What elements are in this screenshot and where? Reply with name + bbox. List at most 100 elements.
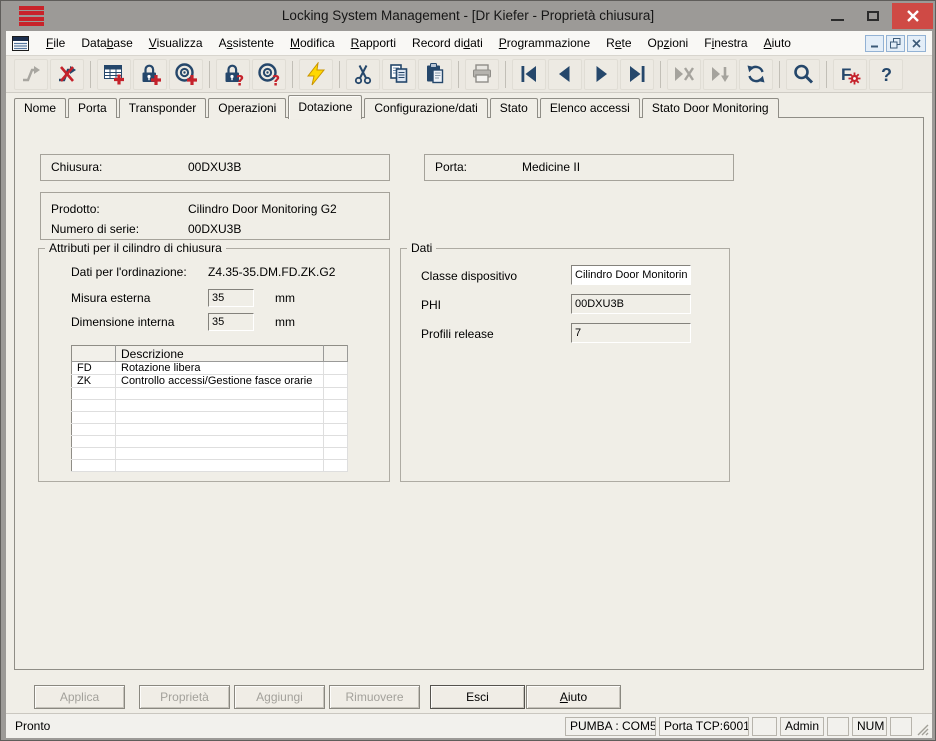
search-icon[interactable] bbox=[786, 58, 820, 90]
esci-button[interactable]: Esci bbox=[430, 685, 525, 709]
misura-esterna-label: Misura esterna bbox=[71, 291, 151, 305]
menu-finestra[interactable]: Finestra bbox=[696, 33, 755, 53]
disconnect-icon[interactable] bbox=[50, 58, 84, 90]
chiusura-box: Chiusura: 00DXU3B bbox=[40, 154, 390, 181]
attr-code: FD bbox=[71, 361, 116, 375]
misura-esterna-input[interactable] bbox=[208, 289, 254, 307]
menu-aiuto[interactable]: Aiuto bbox=[756, 33, 799, 53]
mdi-close-icon bbox=[912, 38, 921, 48]
tab-dotazione[interactable]: Dotazione bbox=[288, 95, 363, 119]
cut-icon[interactable] bbox=[346, 58, 380, 90]
menu-visualizza[interactable]: Visualizza bbox=[141, 33, 211, 53]
menu-rete[interactable]: Rete bbox=[598, 33, 639, 53]
help-icon[interactable]: ? bbox=[869, 58, 903, 90]
toolbar-separator bbox=[90, 60, 91, 88]
tab-elenco-accessi[interactable]: Elenco accessi bbox=[539, 98, 640, 118]
menu-rapporti[interactable]: Rapporti bbox=[343, 33, 404, 53]
dati-group-title: Dati bbox=[407, 241, 437, 255]
tab-configurazione-dati[interactable]: Configurazione/dati bbox=[364, 98, 488, 118]
program-flash-icon[interactable] bbox=[299, 58, 333, 90]
menu-file[interactable]: File bbox=[38, 33, 73, 53]
mdi-minimize-button[interactable] bbox=[865, 34, 884, 52]
minimize-button[interactable] bbox=[821, 1, 853, 31]
toolbar-separator bbox=[339, 60, 340, 88]
window-title: Locking System Management - [Dr Kiefer -… bbox=[281, 8, 655, 23]
dialog-area: Nome Porta Transponder Operazioni Dotazi… bbox=[6, 93, 932, 713]
menu-record-didati[interactable]: Record didati bbox=[404, 33, 491, 53]
next-record-icon[interactable] bbox=[584, 58, 618, 90]
window: Locking System Management - [Dr Kiefer -… bbox=[0, 0, 936, 741]
numero-serie-label: Numero di serie: bbox=[51, 222, 140, 236]
classe-dispositivo-input[interactable] bbox=[571, 265, 691, 285]
paste-icon[interactable] bbox=[418, 58, 452, 90]
menu-assistente[interactable]: Assistente bbox=[211, 33, 282, 53]
table-row-empty bbox=[71, 399, 348, 412]
prev-record-icon[interactable] bbox=[548, 58, 582, 90]
status-empty-cell bbox=[827, 716, 849, 736]
toolbar-separator bbox=[458, 60, 459, 88]
tab-stato[interactable]: Stato bbox=[489, 98, 538, 118]
profili-release-input[interactable] bbox=[571, 323, 691, 343]
new-lock-icon[interactable] bbox=[133, 58, 167, 90]
status-user: Admin bbox=[780, 716, 824, 736]
svg-text:?: ? bbox=[272, 74, 280, 87]
dimensione-interna-label: Dimensione interna bbox=[71, 315, 175, 329]
toolbar-separator bbox=[660, 60, 661, 88]
status-empty-cell bbox=[752, 716, 777, 736]
read-lock-icon[interactable]: ? bbox=[216, 58, 250, 90]
attributi-group-title: Attributi per il cilindro di chiusura bbox=[45, 241, 226, 255]
copy-icon[interactable] bbox=[382, 58, 416, 90]
mdi-close-button[interactable] bbox=[907, 34, 926, 52]
maximize-button[interactable] bbox=[857, 1, 889, 31]
menu-programmazione[interactable]: Programmazione bbox=[491, 33, 598, 53]
svg-text:F: F bbox=[841, 65, 851, 84]
proprieta-button: Proprietà bbox=[139, 685, 230, 709]
mdi-restore-button[interactable] bbox=[886, 34, 905, 52]
status-message: Pronto bbox=[15, 719, 51, 733]
status-numlock: NUM bbox=[852, 716, 887, 736]
prodotto-box: Prodotto: Cilindro Door Monitoring G2 Nu… bbox=[40, 192, 390, 240]
toolbar-separator bbox=[209, 60, 210, 88]
svg-text:?: ? bbox=[881, 65, 892, 85]
close-button[interactable] bbox=[892, 3, 933, 29]
ordinazione-value: Z4.35-35.DM.FD.ZK.G2 bbox=[208, 265, 336, 279]
status-cells: PUMBA : COM5 Porta TCP:6001 Admin NUM bbox=[565, 716, 932, 736]
menu-database[interactable]: Database bbox=[73, 33, 140, 53]
mdi-system-menu-icon[interactable] bbox=[12, 35, 32, 51]
menu-modifica[interactable]: Modifica bbox=[282, 33, 343, 53]
status-tcp-port: Porta TCP:6001 bbox=[659, 716, 749, 736]
aiuto-button[interactable]: Aiuto bbox=[526, 685, 621, 709]
tab-porta[interactable]: Porta bbox=[68, 98, 117, 118]
table-row-empty bbox=[71, 411, 348, 424]
table-row-empty bbox=[71, 423, 348, 436]
refresh-icon[interactable] bbox=[739, 58, 773, 90]
phi-input[interactable] bbox=[571, 294, 691, 314]
filter-settings-icon[interactable]: F bbox=[833, 58, 867, 90]
first-record-icon[interactable] bbox=[512, 58, 546, 90]
dimensione-interna-input[interactable] bbox=[208, 313, 254, 331]
table-row[interactable]: FD Rotazione libera bbox=[71, 361, 348, 375]
mdi-minimize-icon bbox=[871, 45, 878, 47]
connect-icon bbox=[14, 58, 48, 90]
new-transponder-icon[interactable] bbox=[169, 58, 203, 90]
mdi-window-controls bbox=[865, 34, 926, 52]
attributes-table-header: Descrizione bbox=[71, 345, 348, 362]
resize-grip[interactable] bbox=[915, 717, 930, 736]
toolbar-separator bbox=[505, 60, 506, 88]
aggiungi-button: Aggiungi bbox=[234, 685, 325, 709]
tab-transponder[interactable]: Transponder bbox=[118, 98, 207, 118]
porta-box: Porta: Medicine II bbox=[424, 154, 734, 181]
porta-label: Porta: bbox=[435, 160, 468, 174]
read-transponder-icon[interactable]: ? bbox=[252, 58, 286, 90]
tab-operazioni[interactable]: Operazioni bbox=[208, 98, 287, 118]
commit-record-icon bbox=[703, 58, 737, 90]
chiusura-label: Chiusura: bbox=[51, 160, 103, 174]
last-record-icon[interactable] bbox=[620, 58, 654, 90]
menu-opzioni[interactable]: Opzioni bbox=[640, 33, 697, 53]
tab-stato-door-monitoring[interactable]: Stato Door Monitoring bbox=[641, 98, 779, 118]
table-row-empty bbox=[71, 447, 348, 460]
attributes-table: Descrizione FD Rotazione libera ZK Contr… bbox=[71, 345, 348, 472]
table-row[interactable]: ZK Controllo accessi/Gestione fasce orar… bbox=[71, 374, 348, 388]
new-locking-system-icon[interactable] bbox=[97, 58, 131, 90]
tab-nome[interactable]: Nome bbox=[14, 98, 67, 118]
